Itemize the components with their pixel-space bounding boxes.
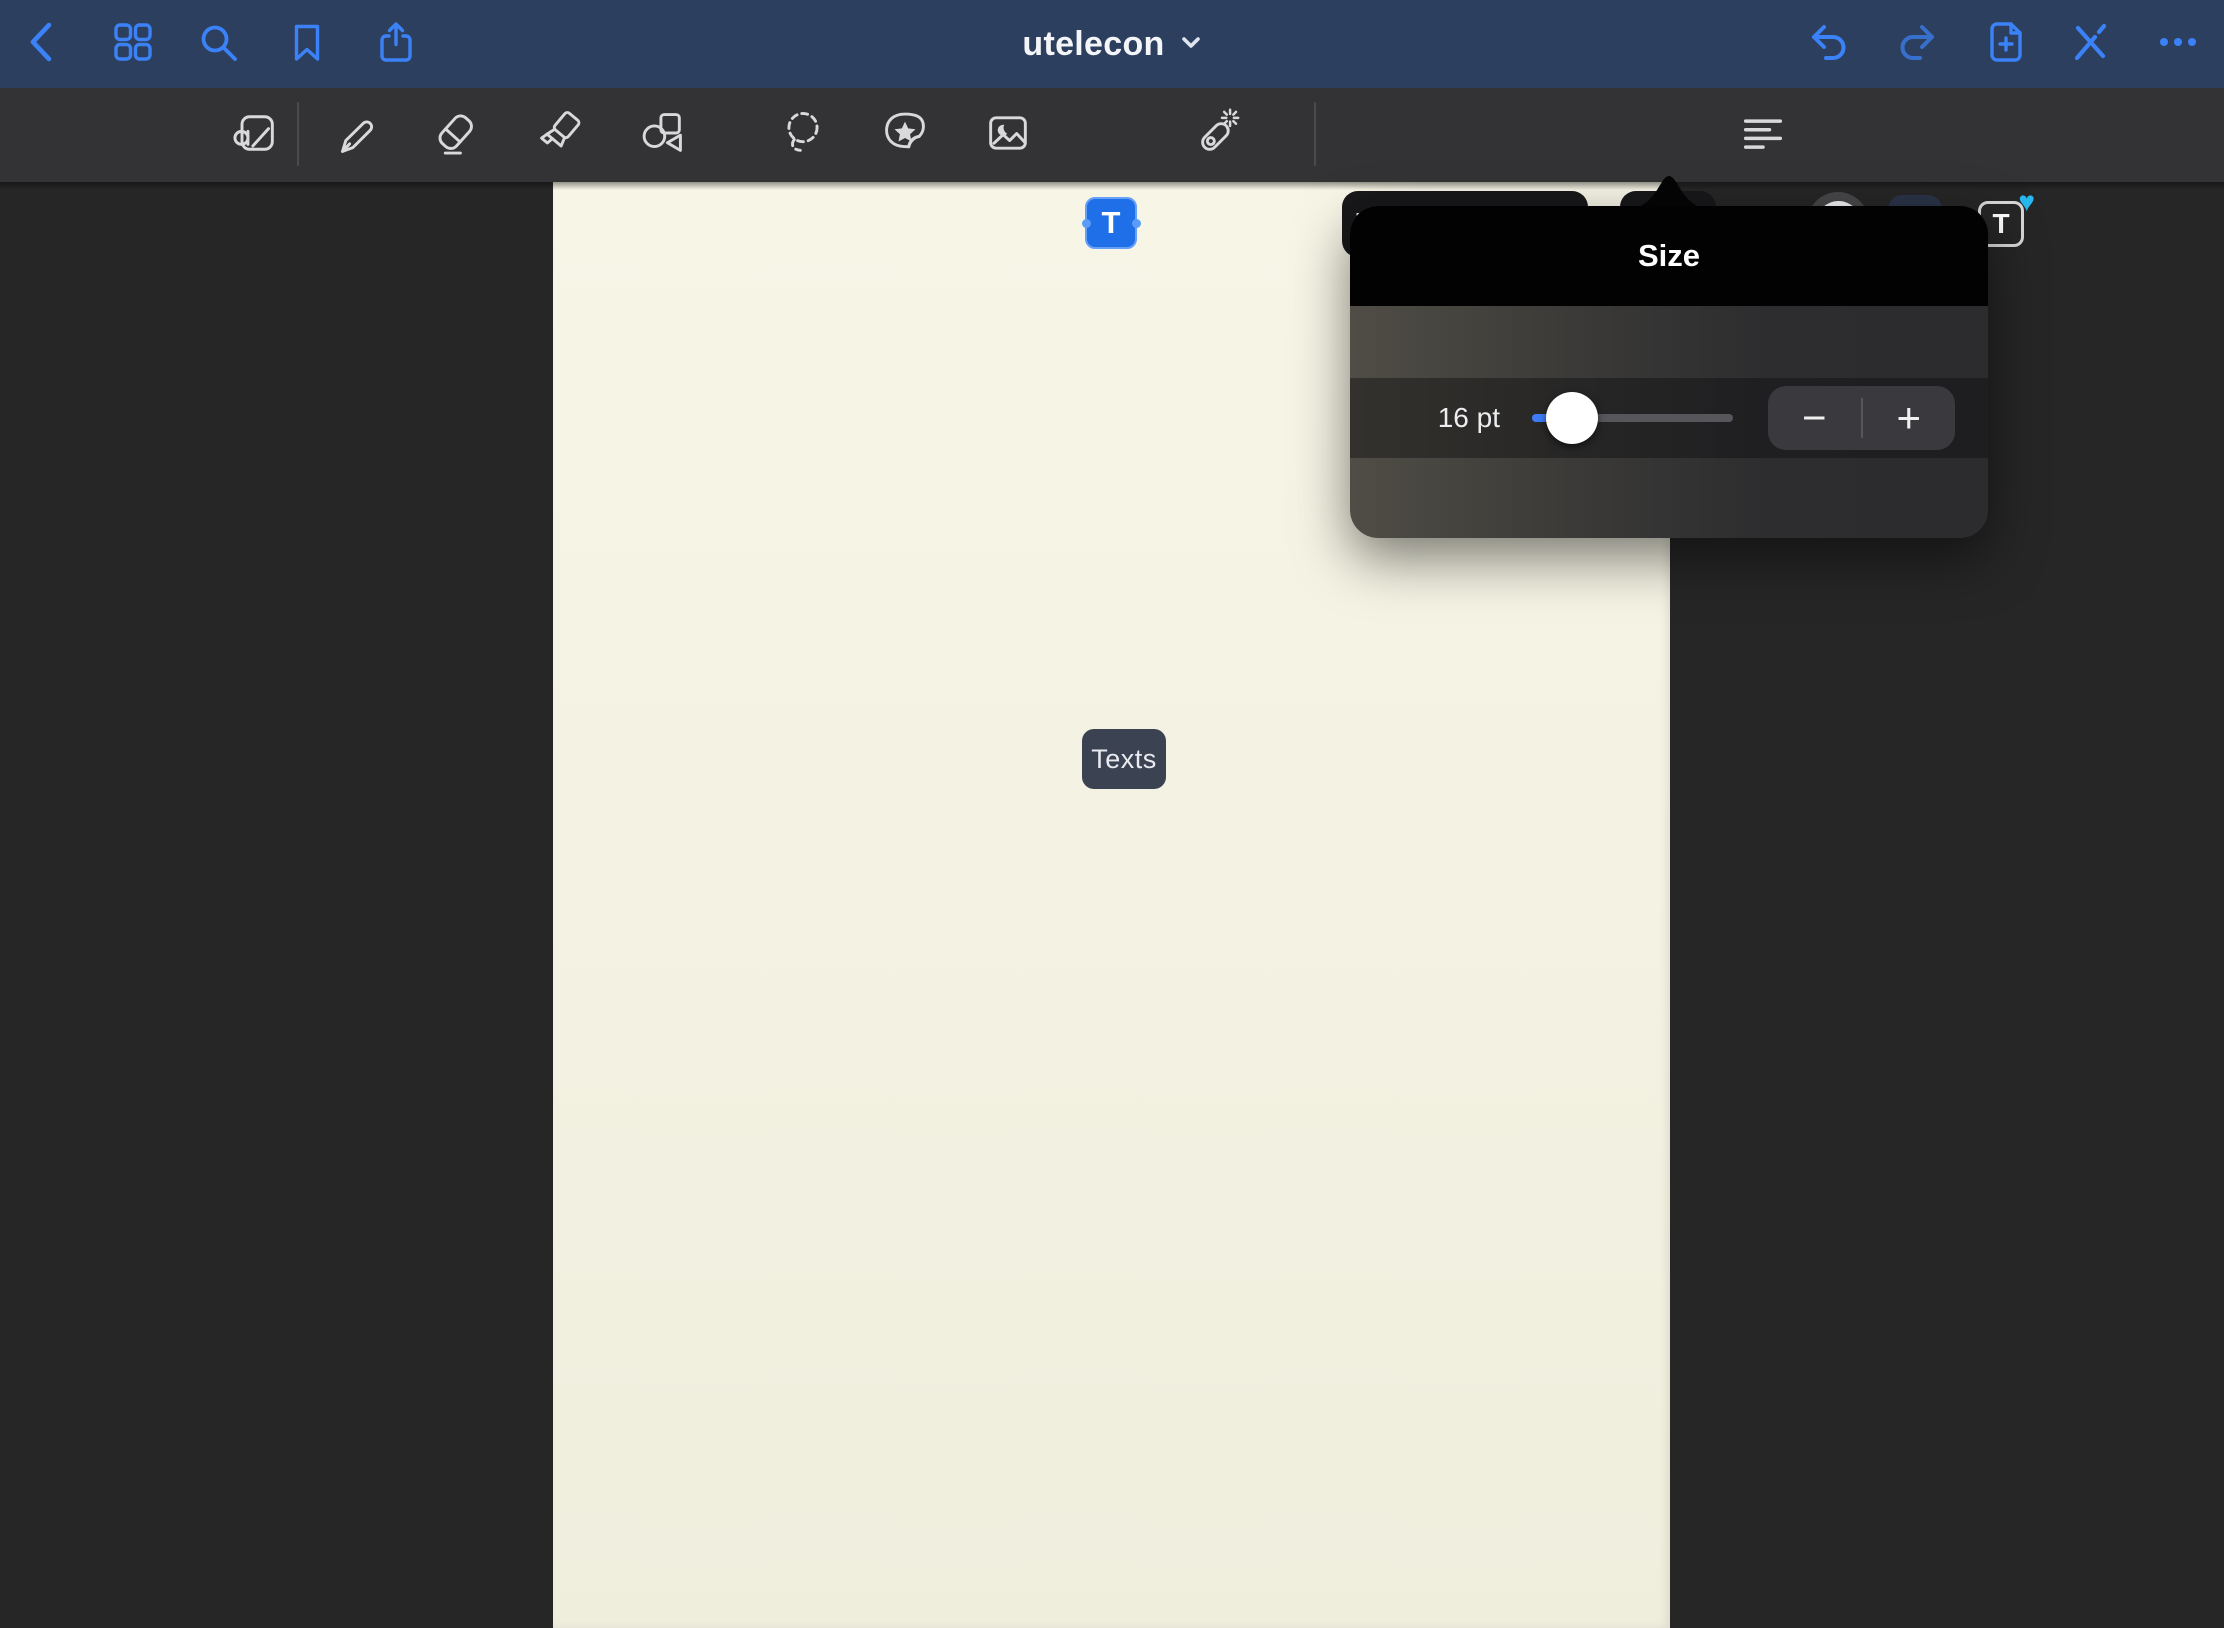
pen-icon	[329, 107, 381, 164]
undo-button[interactable]	[1805, 20, 1853, 68]
redo-button[interactable]	[1893, 20, 1941, 68]
document-title-group[interactable]: utelecon	[0, 0, 2224, 88]
tool-laser-pointer[interactable]	[1190, 109, 1242, 161]
shapes-icon	[636, 107, 688, 164]
size-slider-row: 16 pt − +	[1350, 378, 1988, 458]
sticker-icon	[879, 107, 931, 164]
tool-text-selected[interactable]: T	[1085, 197, 1137, 249]
heart-icon: ♥	[2018, 188, 2035, 216]
tool-lasso[interactable]	[777, 109, 829, 161]
size-decrease-button[interactable]: −	[1768, 386, 1861, 450]
page-title: utelecon	[1022, 25, 1164, 64]
top-navigation-bar: utelecon	[0, 0, 2224, 88]
read-mode-icon	[229, 107, 281, 164]
eraser-icon	[429, 107, 481, 164]
size-popover-header: Size	[1350, 206, 1988, 306]
popover-title: Size	[1638, 238, 1700, 274]
more-options-button[interactable]	[2154, 20, 2202, 68]
redo-icon	[1893, 18, 1941, 71]
add-page-button[interactable]	[1982, 20, 2030, 68]
ellipsis-icon	[2154, 18, 2202, 71]
lasso-icon	[777, 107, 829, 164]
text-tool-left-handle	[1082, 219, 1091, 228]
text-align-button[interactable]	[1737, 109, 1789, 161]
toolbar-divider	[1314, 102, 1316, 166]
selection-tooltip: Texts	[1082, 729, 1166, 789]
text-style-glyph: T	[1992, 208, 2009, 240]
tool-sticker[interactable]	[879, 109, 931, 161]
laser-pointer-icon	[1190, 107, 1242, 164]
editing-toolbar: T HiraginoSans-... 16	[0, 88, 2224, 182]
popover-arrow	[1624, 176, 1714, 209]
tool-pen[interactable]	[329, 109, 381, 161]
title-chevron-down-icon	[1180, 32, 1202, 57]
add-page-icon	[1982, 18, 2030, 71]
undo-icon	[1805, 18, 1853, 71]
exit-editing-button[interactable]	[2066, 20, 2114, 68]
tool-image[interactable]	[982, 109, 1034, 161]
app-window: Texts	[0, 0, 2224, 1628]
size-increase-button[interactable]: +	[1863, 386, 1956, 450]
size-value-label: 16 pt	[1350, 378, 1500, 458]
tool-read-mode[interactable]	[229, 109, 281, 161]
highlighter-icon	[534, 107, 586, 164]
text-tool-right-handle	[1132, 219, 1141, 228]
stylus-cross-icon	[2066, 18, 2114, 71]
text-tool-glyph: T	[1102, 205, 1121, 241]
align-left-icon	[1737, 107, 1789, 164]
toolbar-divider	[297, 102, 299, 166]
size-stepper: − +	[1768, 386, 1955, 450]
tool-highlighter[interactable]	[534, 109, 586, 161]
size-slider-thumb[interactable]	[1546, 392, 1598, 444]
size-popover-body: Size 16 pt − +	[1350, 206, 1988, 538]
tool-eraser[interactable]	[429, 109, 481, 161]
tool-shapes[interactable]	[636, 109, 688, 161]
size-popover: Size 16 pt − +	[1350, 175, 1988, 538]
image-icon	[982, 107, 1034, 164]
